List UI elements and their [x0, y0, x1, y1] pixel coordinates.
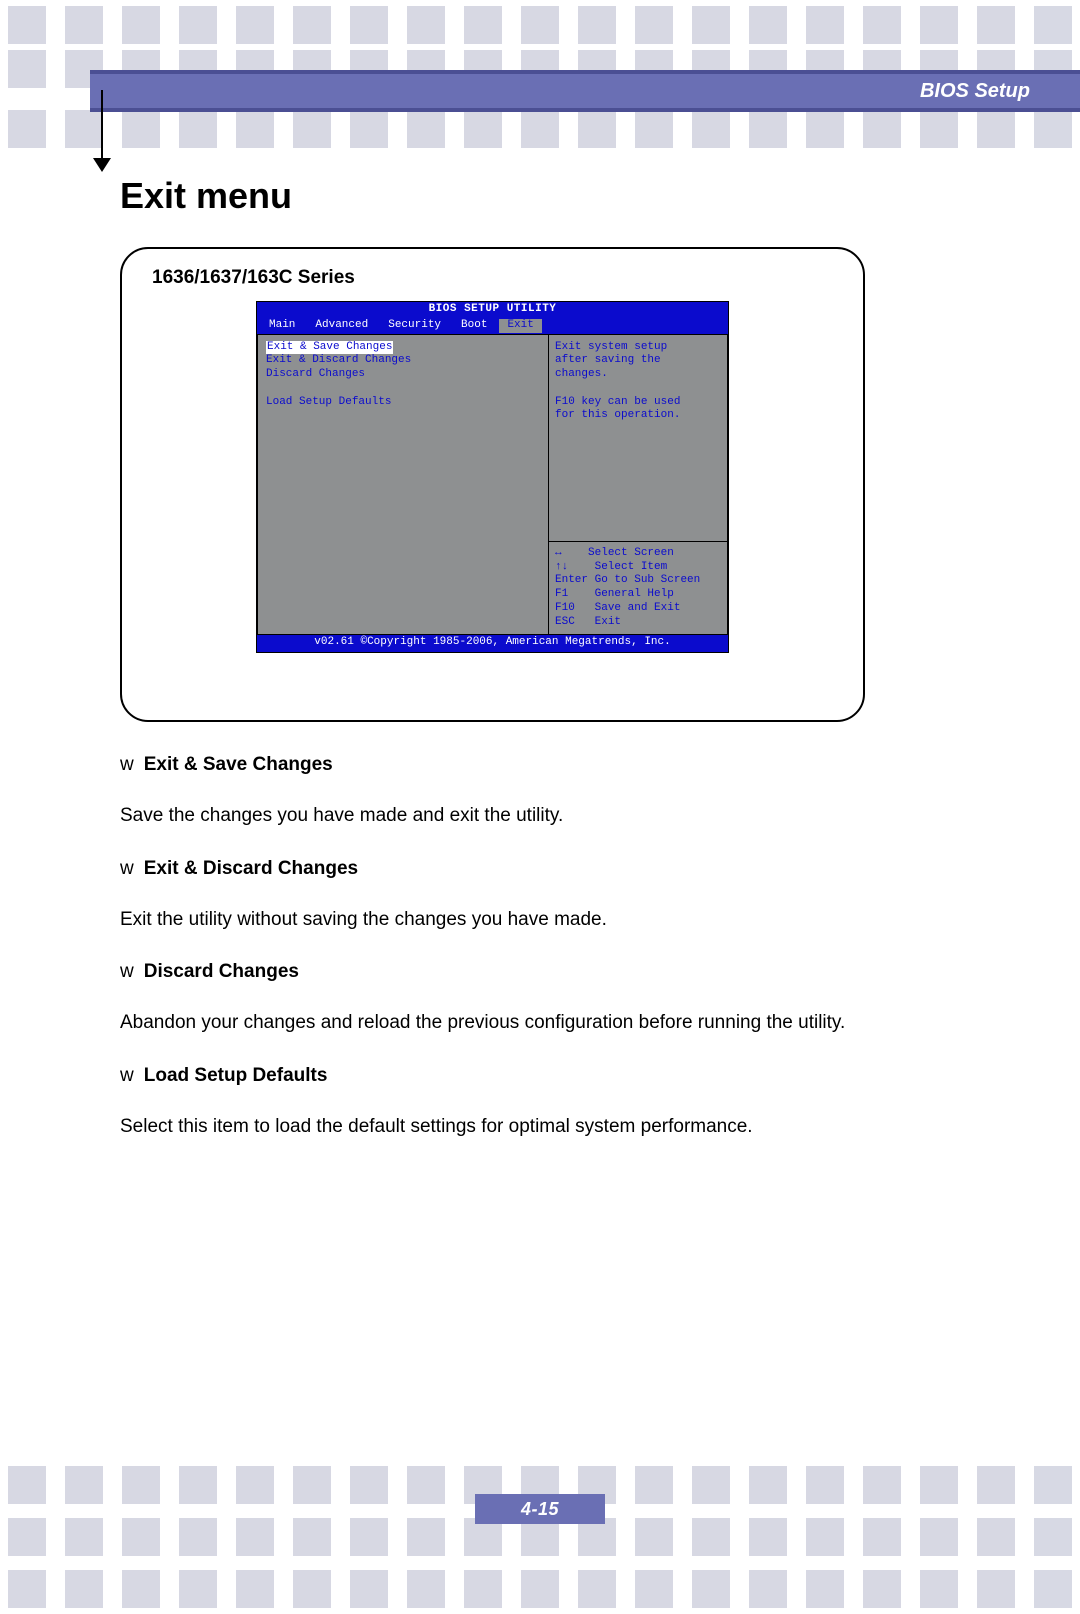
connector-line	[101, 90, 103, 162]
bios-tab-main[interactable]: Main	[261, 319, 303, 333]
bullet-icon: w	[120, 754, 134, 776]
arrow-down-icon	[93, 158, 111, 172]
page-number: 4-15	[521, 1499, 559, 1520]
bios-option[interactable]: Exit & Discard Changes	[266, 354, 540, 368]
bios-options-pane: Exit & Save Changes Exit & Discard Chang…	[257, 334, 548, 636]
bios-utility-title: BIOS SETUP UTILITY	[257, 302, 728, 318]
bios-option[interactable]: Load Setup Defaults	[266, 396, 540, 410]
bios-tab-security[interactable]: Security	[380, 319, 449, 333]
bios-help-pane: Exit system setup after saving the chang…	[548, 334, 728, 636]
bios-option[interactable]: Exit & Save Changes	[266, 341, 393, 355]
page-title: Exit menu	[120, 175, 990, 217]
description-item: w Exit & Discard Changes Exit the utilit…	[120, 858, 865, 942]
page-number-badge: 4-15	[475, 1494, 605, 1524]
description-item: w Load Setup Defaults Select this item t…	[120, 1065, 865, 1149]
frame-title: 1636/1637/163C Series	[152, 267, 833, 289]
bios-help-line	[555, 382, 721, 396]
bullet-icon: w	[120, 1065, 134, 1087]
bios-tab-exit[interactable]: Exit	[499, 319, 541, 333]
section-header: BIOS Setup	[90, 70, 1080, 112]
bios-key-hint: ↔ Select Screen	[555, 547, 721, 561]
screenshot-frame: 1636/1637/163C Series BIOS SETUP UTILITY…	[120, 247, 865, 722]
bios-key-hint: ↑↓ Select Item	[555, 561, 721, 575]
bios-tab-boot[interactable]: Boot	[453, 319, 495, 333]
bios-help-line: after saving the	[555, 354, 721, 368]
bios-option-spacer	[266, 382, 540, 396]
description-body: Save the changes you have made and exit …	[120, 794, 865, 838]
bios-key-hint: Enter Go to Sub Screen	[555, 574, 721, 588]
description-item: w Exit & Save Changes Save the changes y…	[120, 754, 865, 838]
bios-key-hint: F1 General Help	[555, 588, 721, 602]
description-item: w Discard Changes Abandon your changes a…	[120, 961, 865, 1045]
bios-tab-advanced[interactable]: Advanced	[307, 319, 376, 333]
bios-help-line: Exit system setup	[555, 341, 721, 355]
bios-help-line: changes.	[555, 368, 721, 382]
description-title: Exit & Save Changes	[144, 754, 333, 776]
bios-menubar: Main Advanced Security Boot Exit	[257, 318, 728, 334]
bios-key-hint: F10 Save and Exit	[555, 602, 721, 616]
bios-key-hints: ↔ Select Screen ↑↓ Select Item Enter Go …	[549, 541, 727, 635]
description-body: Abandon your changes and reload the prev…	[120, 1001, 865, 1045]
bios-help-line: F10 key can be used	[555, 396, 721, 410]
description-title: Load Setup Defaults	[144, 1065, 328, 1087]
description-title: Discard Changes	[144, 961, 299, 983]
bios-option[interactable]: Discard Changes	[266, 368, 540, 382]
bullet-icon: w	[120, 961, 134, 983]
description-body: Exit the utility without saving the chan…	[120, 898, 865, 942]
bullet-icon: w	[120, 858, 134, 880]
bios-footer: v02.61 ©Copyright 1985-2006, American Me…	[257, 635, 728, 652]
bios-key-hint: ESC Exit	[555, 616, 721, 630]
section-header-title: BIOS Setup	[920, 80, 1030, 103]
bios-help-line: for this operation.	[555, 409, 721, 423]
description-body: Select this item to load the default set…	[120, 1105, 865, 1149]
bios-screenshot: BIOS SETUP UTILITY Main Advanced Securit…	[256, 301, 729, 653]
description-title: Exit & Discard Changes	[144, 858, 358, 880]
